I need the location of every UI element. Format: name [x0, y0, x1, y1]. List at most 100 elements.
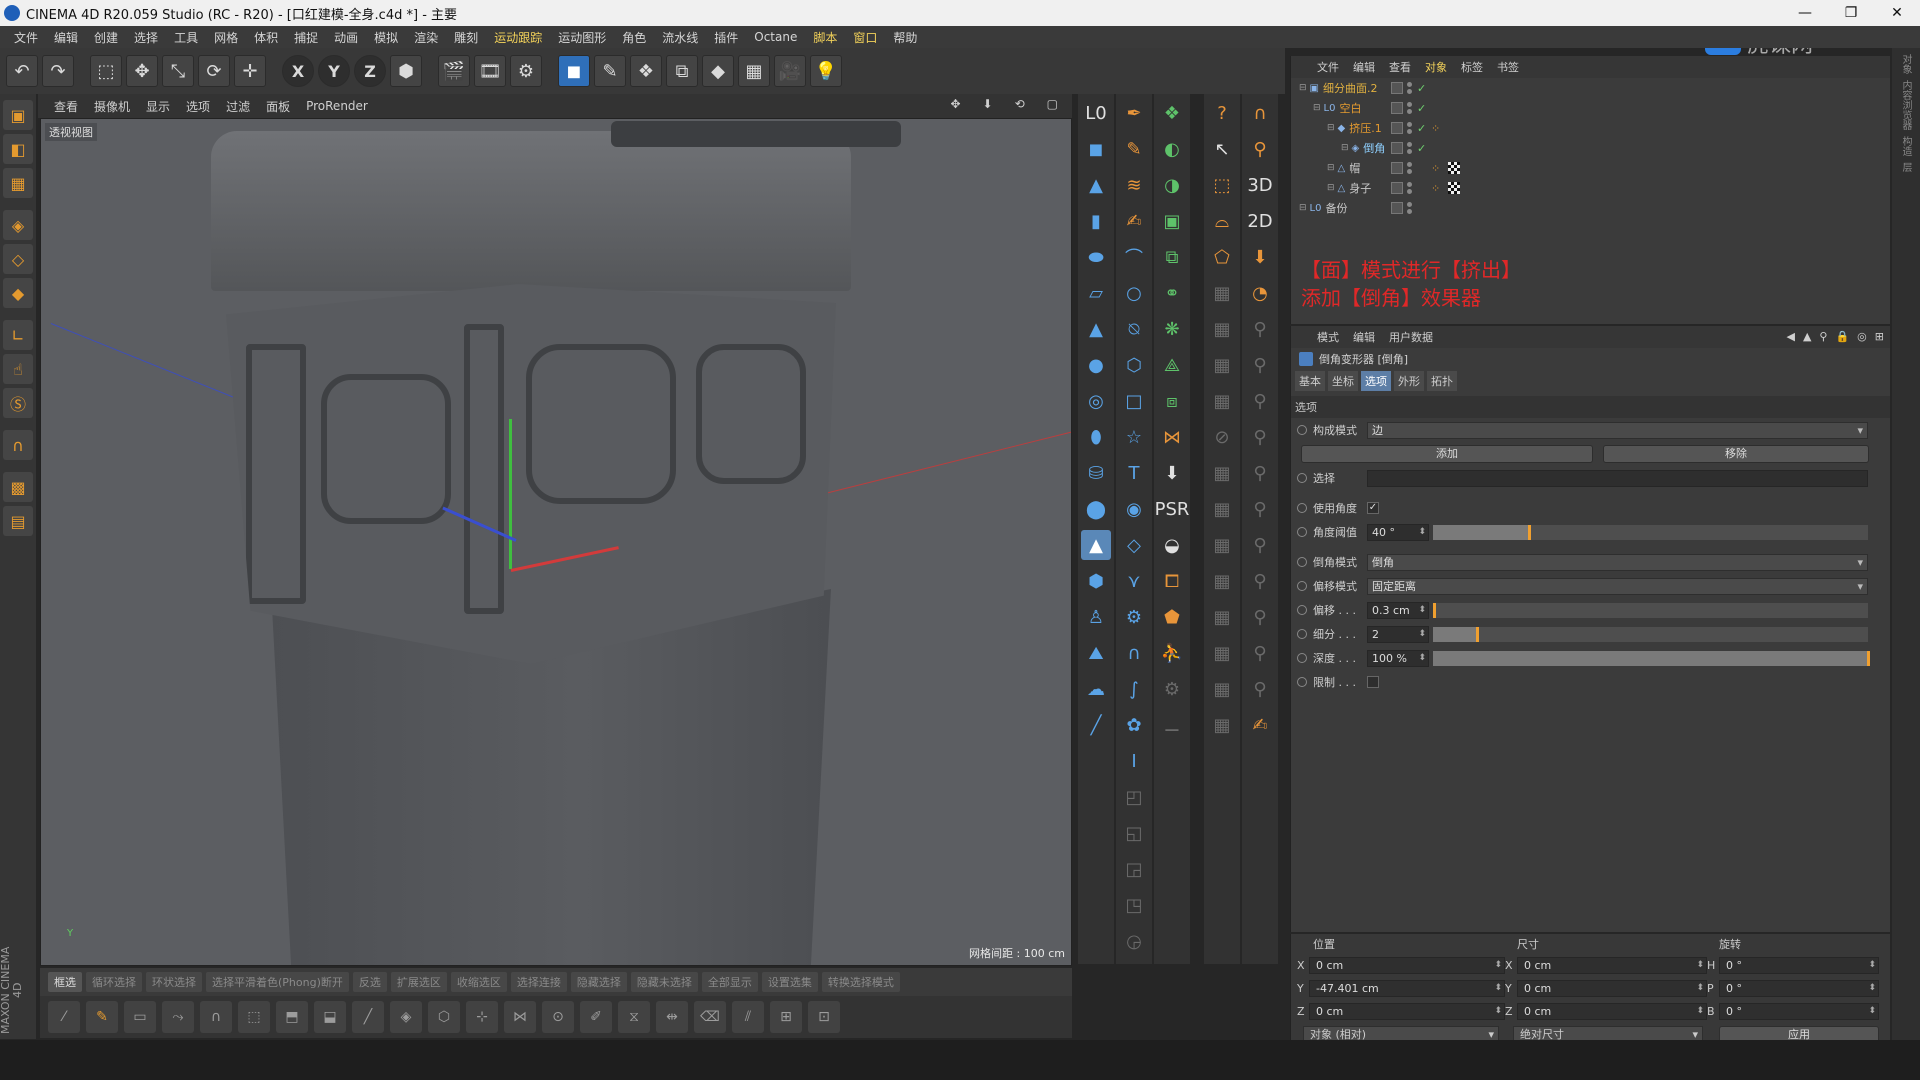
- live-select-button[interactable]: ⬚: [90, 55, 122, 87]
- expand-toggle-icon[interactable]: ⊟: [1327, 123, 1335, 133]
- render-visibility-dot[interactable]: [1407, 189, 1412, 194]
- landscape-primitive-icon[interactable]: ⛰: [1081, 638, 1111, 668]
- circle-spline-icon[interactable]: ○: [1119, 278, 1149, 308]
- lock-icon[interactable]: 🔒: [1835, 330, 1849, 343]
- grid-tool-icon-4[interactable]: ▦: [1207, 386, 1237, 416]
- expand-toggle-icon[interactable]: ⊟: [1299, 83, 1307, 93]
- arc-spline-icon[interactable]: ⌒: [1119, 242, 1149, 272]
- select-arrow-icon[interactable]: ↖: [1207, 134, 1237, 164]
- grid-tool-icon-7[interactable]: ▦: [1207, 494, 1237, 524]
- menu-item[interactable]: 插件: [706, 29, 746, 46]
- maximize-view-icon[interactable]: ▢: [1039, 97, 1066, 111]
- points-mode-icon[interactable]: ◈: [3, 210, 33, 240]
- light-button[interactable]: 💡: [810, 55, 842, 87]
- layer-box-icon[interactable]: [1391, 182, 1403, 194]
- spline-intersect-icon[interactable]: ◲: [1119, 854, 1149, 884]
- flower-spline-icon[interactable]: ✿: [1119, 710, 1149, 740]
- render-settings-button[interactable]: ⚙: [510, 55, 542, 87]
- coord-rot-input[interactable]: 0 °: [1719, 957, 1879, 974]
- paint-tool-icon-2[interactable]: ⚲: [1245, 350, 1275, 380]
- expand-toggle-icon[interactable]: ⊟: [1327, 163, 1335, 173]
- up-arrow-icon[interactable]: ▲: [1803, 330, 1811, 343]
- formula-spline-icon[interactable]: ∫: [1119, 674, 1149, 704]
- visibility-dots-icon[interactable]: [1407, 101, 1413, 114]
- use-angle-checkbox[interactable]: ✓: [1367, 502, 1379, 514]
- render-visibility-dot[interactable]: [1407, 209, 1412, 214]
- capsule-primitive-icon[interactable]: ⬮: [1081, 422, 1111, 452]
- python-generator-icon[interactable]: ⬇: [1157, 458, 1187, 488]
- sculpt-brush-icon[interactable]: ✍: [1245, 710, 1275, 740]
- anim-radio[interactable]: [1297, 605, 1307, 615]
- deformer-button[interactable]: ◆: [702, 55, 734, 87]
- visibility-dots-icon[interactable]: [1407, 141, 1413, 154]
- object-name[interactable]: 备份: [1325, 200, 1347, 216]
- paint-tool-icon-8[interactable]: ⚲: [1245, 566, 1275, 596]
- spline-arc-icon[interactable]: ✍: [1119, 206, 1149, 236]
- dissolve-icon[interactable]: ⌫: [694, 1001, 726, 1033]
- figure-primitive-icon[interactable]: ♙: [1081, 602, 1111, 632]
- close-hole-icon[interactable]: ⊙: [542, 1001, 574, 1033]
- tweak-mode-icon[interactable]: ☝: [3, 354, 33, 384]
- mirror-icon[interactable]: ⇹: [656, 1001, 688, 1033]
- dock-tab[interactable]: 对象: [1899, 54, 1913, 74]
- layer-box-icon[interactable]: [1391, 162, 1403, 174]
- coord-rot-input[interactable]: 0 °: [1719, 980, 1879, 997]
- bevel-mode-dropdown[interactable]: 倒角: [1367, 553, 1868, 571]
- om-tab[interactable]: 文件: [1317, 59, 1339, 75]
- paint-tool-icon-10[interactable]: ⚲: [1245, 638, 1275, 668]
- menu-item[interactable]: 工具: [166, 29, 206, 46]
- spline-and-icon[interactable]: ◶: [1119, 926, 1149, 956]
- layer-box-icon[interactable]: [1391, 101, 1403, 114]
- material-tag-icon[interactable]: [1448, 181, 1461, 194]
- material-tag-icon[interactable]: [1448, 161, 1461, 174]
- spline-or-icon[interactable]: ◳: [1119, 890, 1149, 920]
- add-button[interactable]: 添加: [1301, 445, 1593, 463]
- object-row[interactable]: ⊟ L0 空白 ✓: [1291, 98, 1890, 118]
- minimize-button[interactable]: —: [1782, 0, 1828, 26]
- matrix-extrude-icon[interactable]: ⬓: [314, 1001, 346, 1033]
- expand-toggle-icon[interactable]: ⊟: [1327, 183, 1335, 193]
- array-button[interactable]: ⧉: [666, 55, 698, 87]
- editor-visibility-dot[interactable]: [1407, 202, 1412, 207]
- menu-item[interactable]: 模拟: [366, 29, 406, 46]
- grid-tool-icon-11[interactable]: ▦: [1207, 638, 1237, 668]
- object-name[interactable]: 细分曲面.2: [1323, 80, 1378, 96]
- am-tab-mode[interactable]: 模式: [1317, 329, 1339, 345]
- z-axis-button[interactable]: Z: [354, 55, 386, 87]
- viewport-menu-item[interactable]: 查看: [46, 98, 86, 115]
- anim-radio[interactable]: [1297, 425, 1307, 435]
- component-mode-dropdown[interactable]: 边: [1367, 421, 1868, 439]
- connect-icon[interactable]: ◒: [1157, 530, 1187, 560]
- paint-tool-icon-5[interactable]: ⚲: [1245, 458, 1275, 488]
- cycloid-spline-icon[interactable]: ∩: [1119, 638, 1149, 668]
- grid-tool-icon-12[interactable]: ▦: [1207, 674, 1237, 704]
- lock-workplane-icon[interactable]: ▤: [3, 506, 33, 536]
- object-row[interactable]: ⊟ L0 备份: [1291, 198, 1890, 218]
- loft-generator-icon[interactable]: ▣: [1157, 206, 1187, 236]
- viewport-menu-item[interactable]: 摄像机: [86, 98, 138, 115]
- menu-item[interactable]: 窗口: [845, 29, 885, 46]
- null-object-icon[interactable]: L0: [1081, 98, 1111, 128]
- slide-icon[interactable]: ⤳: [162, 1001, 194, 1033]
- magnet-icon[interactable]: ∩: [200, 1001, 232, 1033]
- extrude-generator-icon[interactable]: ◐: [1157, 134, 1187, 164]
- object-row[interactable]: ⊟ ◈ 倒角 ✓: [1291, 138, 1890, 158]
- lasso-select-icon[interactable]: ⌓: [1207, 206, 1237, 236]
- editor-visibility-dot[interactable]: [1407, 121, 1412, 127]
- menu-item[interactable]: 流水线: [654, 29, 706, 46]
- viewport-menu-item[interactable]: ProRender: [298, 99, 376, 113]
- vectorizer-icon[interactable]: ◉: [1119, 494, 1149, 524]
- expand-toggle-icon[interactable]: ⊟: [1299, 203, 1307, 213]
- line-cut-icon[interactable]: ⁄: [48, 1001, 80, 1033]
- split-icon[interactable]: ⫽: [732, 1001, 764, 1033]
- undo-button[interactable]: ↶: [6, 55, 38, 87]
- grid-tool-icon-5[interactable]: ⊘: [1207, 422, 1237, 452]
- paint-tool-icon-1[interactable]: ⚲: [1245, 314, 1275, 344]
- render-visibility-dot[interactable]: [1407, 128, 1412, 134]
- model-mode-icon[interactable]: ◧: [3, 134, 33, 164]
- grid-tool-icon-9[interactable]: ▦: [1207, 566, 1237, 596]
- attribute-subtab[interactable]: 基本: [1295, 371, 1325, 391]
- relief-primitive-icon[interactable]: ☁: [1081, 674, 1111, 704]
- polygon-pen-icon[interactable]: ✐: [580, 1001, 612, 1033]
- search-icon[interactable]: ⚲: [1819, 330, 1827, 343]
